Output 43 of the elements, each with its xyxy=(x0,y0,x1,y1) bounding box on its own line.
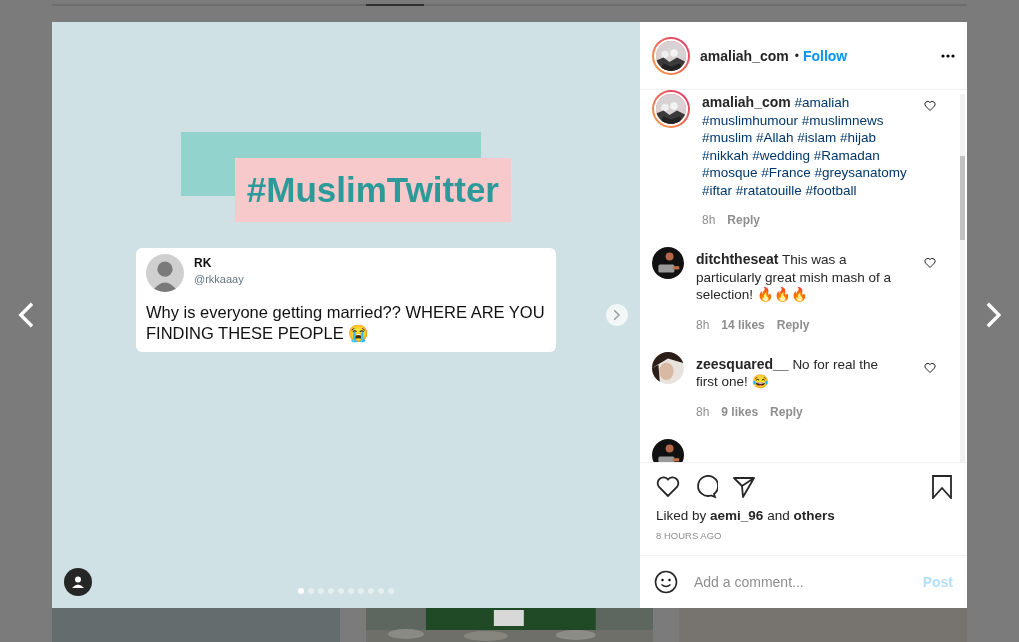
post-timestamp: 8 HOURS AGO xyxy=(656,530,723,541)
bookmark-icon xyxy=(931,475,953,499)
paper-plane-icon xyxy=(732,475,756,499)
next-button[interactable] xyxy=(606,304,628,326)
heart-icon xyxy=(656,476,680,498)
speech-bubble-icon xyxy=(694,475,718,499)
more-icon xyxy=(941,53,955,58)
comment-time: 8h xyxy=(696,317,710,332)
heart-icon xyxy=(924,100,936,112)
tweet-author: RK xyxy=(194,256,213,270)
username[interactable]: amaliah_com xyxy=(700,47,789,64)
reply-link[interactable]: Reply xyxy=(727,213,761,227)
share-button[interactable] xyxy=(732,475,756,499)
reply-link[interactable]: Reply xyxy=(776,317,810,332)
person-icon xyxy=(72,576,84,588)
more-button[interactable] xyxy=(941,53,955,58)
comment-text: amaliah_com #amaliah #muslimhumour #muslimnews #muslim #Allah #islam #hijab #nikkah #wedding #Ramadan #mosque #France #greysanatomy #iftar #ratatouille #football xyxy=(702,94,907,199)
save-button[interactable] xyxy=(931,475,953,499)
tweet-handle: @rkkaaay xyxy=(194,273,244,285)
separator-dot: • xyxy=(794,48,799,63)
like-button[interactable] xyxy=(656,476,680,498)
smiley-icon xyxy=(654,570,678,594)
like-count[interactable]: 9 likes xyxy=(721,404,759,419)
user-tag-button[interactable] xyxy=(64,568,92,596)
like-count[interactable]: 14 likes xyxy=(721,317,765,332)
carousel-dot[interactable] xyxy=(298,588,304,594)
chevron-icon[interactable] xyxy=(613,309,621,321)
reply-link[interactable]: Reply xyxy=(770,404,803,419)
heart-icon xyxy=(924,257,936,269)
likes-summary: Liked by aemi_96 and others xyxy=(656,508,836,523)
comment-text: ditchtheseat This was a particularly great mish mash of a selection! 🔥🔥🔥 xyxy=(696,251,893,304)
emoji-button[interactable] xyxy=(654,570,678,594)
heart-icon xyxy=(924,361,936,374)
post-thumbnail[interactable] xyxy=(679,608,967,642)
scrollbar[interactable] xyxy=(960,94,965,462)
post-thumbnail[interactable] xyxy=(52,608,340,642)
comment-text: zeesquared__ No for real the first one! 😂 xyxy=(696,355,879,391)
comment-button[interactable] xyxy=(694,475,718,499)
comment-time: 8h xyxy=(702,213,716,227)
comment-time: 8h xyxy=(696,404,710,419)
headline: #MuslimTwitter xyxy=(234,158,511,222)
follow-link[interactable]: Follow xyxy=(802,47,848,64)
tweet-text: Why is everyone getting married?? WHERE ARE YOU FINDING THESE PEOPLE 😭 xyxy=(146,302,546,344)
